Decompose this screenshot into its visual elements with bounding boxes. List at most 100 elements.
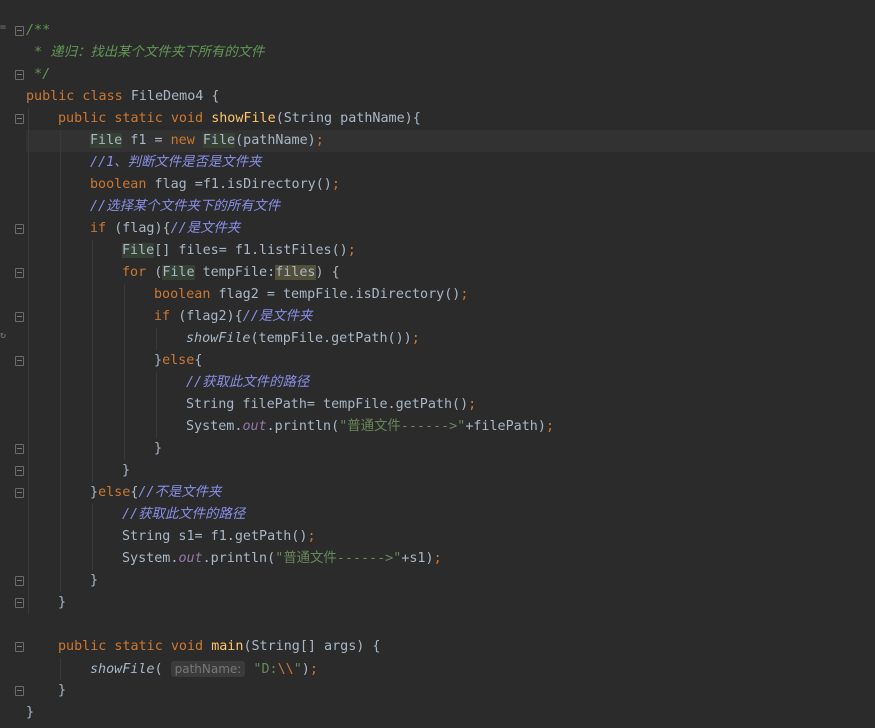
code-token: System. xyxy=(186,419,243,434)
code-line[interactable]: public static void main(String[] args) { xyxy=(26,636,875,658)
code-token: ; xyxy=(307,529,316,544)
code-line[interactable]: showFile( pathName: "D:\\"); xyxy=(26,658,875,680)
fold-icon[interactable] xyxy=(15,642,24,652)
code-token: String filePath= tempFile.getPath() xyxy=(186,397,469,412)
code-line[interactable]: } xyxy=(26,702,875,724)
code-token: main xyxy=(211,639,244,654)
code-line[interactable]: System.out.println("普通文件------>"+s1); xyxy=(26,548,875,570)
code-token: (flag){ xyxy=(114,221,171,236)
code-editor[interactable]: /** * 递归：找出某个文件夹下所有的文件 */ public class Fi… xyxy=(26,20,875,724)
indent-guide xyxy=(156,372,157,438)
indent-guide xyxy=(60,658,61,680)
fold-icon[interactable] xyxy=(15,576,24,586)
code-line[interactable]: File[] files= f1.listFiles(); xyxy=(26,240,875,262)
code-token: File xyxy=(90,133,123,148)
code-token: .println( xyxy=(202,551,276,566)
code-line[interactable]: if (flag){//是文件夹 xyxy=(26,218,875,240)
code-line[interactable]: }else{//不是文件夹 xyxy=(26,482,875,504)
code-line[interactable]: //1、判断文件是否是文件夹 xyxy=(26,152,875,174)
code-token: tempFile: xyxy=(194,265,276,280)
code-token: out xyxy=(242,419,267,434)
editor-gutter: = ↻ xyxy=(0,0,26,728)
code-token: " xyxy=(293,662,302,677)
fold-icon[interactable] xyxy=(15,224,24,234)
code-line[interactable]: //获取此文件的路径 xyxy=(26,504,875,526)
code-line[interactable]: showFile(tempFile.getPath()); xyxy=(26,328,875,350)
code-token: File xyxy=(122,243,155,258)
code-line[interactable]: File f1 = new File(pathName); xyxy=(26,130,875,152)
code-line[interactable]: String s1= f1.getPath(); xyxy=(26,526,875,548)
fold-icon[interactable] xyxy=(15,70,24,80)
code-line[interactable]: * 递归：找出某个文件夹下所有的文件 xyxy=(26,42,875,64)
code-line[interactable]: //获取此文件的路径 xyxy=(26,372,875,394)
code-line[interactable]: public class FileDemo4 { xyxy=(26,86,875,108)
code-line[interactable]: } xyxy=(26,570,875,592)
code-token: [] files= f1.listFiles() xyxy=(154,243,348,258)
fold-icon[interactable] xyxy=(15,686,24,696)
code-line[interactable]: System.out.println("普通文件------>"+filePat… xyxy=(26,416,875,438)
code-token: \\ xyxy=(277,662,294,677)
code-line[interactable]: boolean flag2 = tempFile.isDirectory(); xyxy=(26,284,875,306)
code-line[interactable]: boolean flag =f1.isDirectory(); xyxy=(26,174,875,196)
code-line[interactable] xyxy=(26,614,875,636)
recursion-icon[interactable]: ↻ xyxy=(0,330,6,341)
bookmark-icon[interactable]: = xyxy=(0,22,6,33)
code-line[interactable]: } xyxy=(26,460,875,482)
code-line[interactable]: for (File tempFile:files) { xyxy=(26,262,875,284)
indent-guide xyxy=(60,130,61,592)
code-token: (flag2){ xyxy=(178,309,243,324)
code-token: //是文件夹 xyxy=(242,309,313,324)
fold-icon[interactable] xyxy=(15,312,24,322)
code-token: "普通文件------>" xyxy=(339,419,466,434)
code-line[interactable]: } xyxy=(26,592,875,614)
code-line[interactable]: if (flag2){//是文件夹 xyxy=(26,306,875,328)
code-line[interactable]: public static void showFile(String pathN… xyxy=(26,108,875,130)
fold-icon[interactable] xyxy=(15,466,24,476)
code-token: f1 = xyxy=(122,133,171,148)
code-line[interactable]: //选择某个文件夹下的所有文件 xyxy=(26,196,875,218)
code-token: } xyxy=(90,573,99,588)
fold-icon[interactable] xyxy=(15,488,24,498)
code-token: files xyxy=(275,265,316,280)
code-token: } xyxy=(58,595,67,610)
code-token: } xyxy=(154,441,163,456)
code-token: for xyxy=(122,265,155,280)
indent-guide xyxy=(124,284,125,460)
code-token: } xyxy=(90,485,99,500)
code-line[interactable]: } xyxy=(26,680,875,702)
fold-icon[interactable] xyxy=(15,356,24,366)
code-line[interactable]: }else{ xyxy=(26,350,875,372)
code-line[interactable]: String filePath= tempFile.getPath(); xyxy=(26,394,875,416)
code-token: ; xyxy=(545,419,554,434)
code-token: .println( xyxy=(266,419,340,434)
code-token: flag2 = tempFile.isDirectory() xyxy=(218,287,461,302)
code-token: (String pathName){ xyxy=(275,111,421,126)
code-token: showFile xyxy=(186,331,251,346)
fold-icon[interactable] xyxy=(15,598,24,608)
fold-icon[interactable] xyxy=(15,26,24,36)
code-token: ; xyxy=(468,397,477,412)
fold-icon[interactable] xyxy=(15,114,24,124)
code-line[interactable]: /** xyxy=(26,20,875,42)
code-token: ; xyxy=(315,133,324,148)
indent-guide xyxy=(92,240,93,482)
code-line[interactable]: } xyxy=(26,438,875,460)
code-token: boolean xyxy=(154,287,219,302)
code-token: ; xyxy=(347,243,356,258)
code-line[interactable]: */ xyxy=(26,64,875,86)
fold-icon[interactable] xyxy=(15,268,24,278)
fold-icon[interactable] xyxy=(15,444,24,454)
